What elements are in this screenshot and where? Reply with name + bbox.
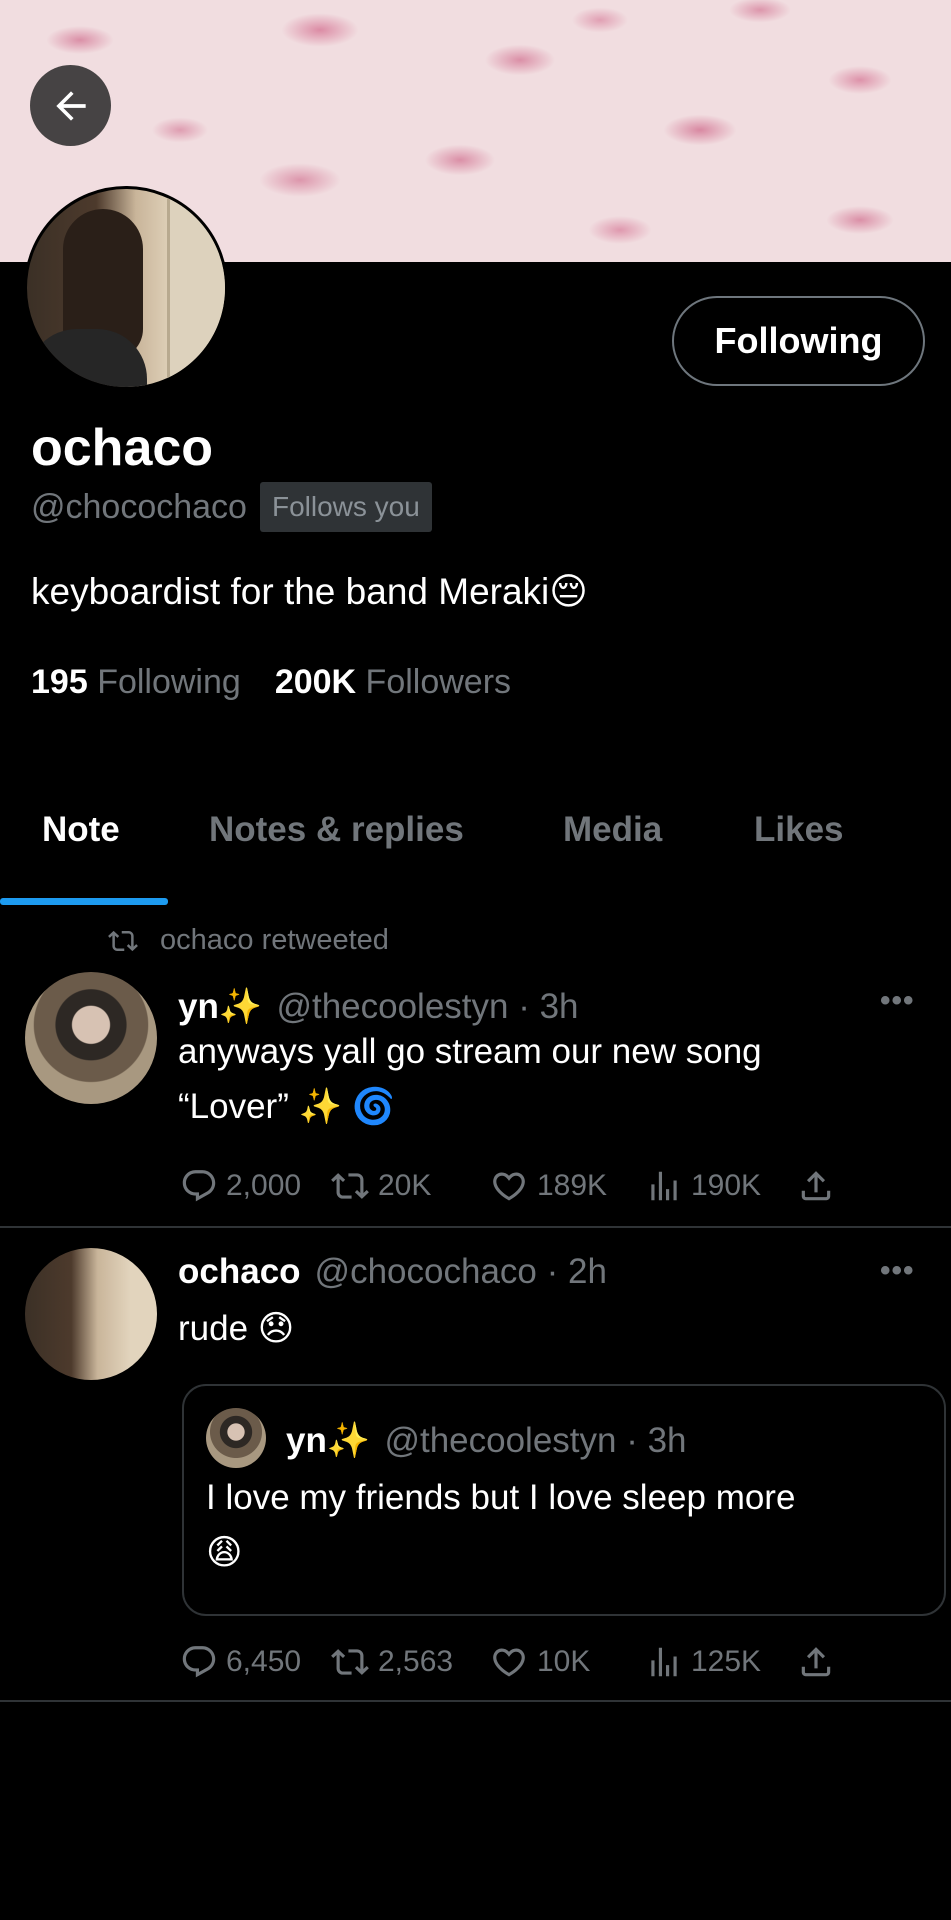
tweet-text: rude 😞 [178,1309,295,1348]
profile-handle: @chocochaco [31,487,247,526]
share-icon [801,1171,831,1201]
tweet-divider [0,1226,951,1228]
tweet-header: yn✨ @thecoolestyn · 3h [178,986,579,1027]
back-arrow-icon [55,90,86,121]
quoted-text-line: 😩 [206,1533,243,1572]
profile-page: Following ochaco @chocochaco Follows you… [0,0,951,1920]
reply-icon [182,1646,216,1678]
reply-button[interactable]: 2,000 [180,1167,301,1205]
retweet-count: 20K [378,1169,432,1202]
views-button[interactable]: 125K [645,1643,761,1681]
tab-note[interactable]: Note [42,810,120,904]
following-count: 195 [31,663,88,701]
tweet-actions: 6,450 2,563 10K 125K [0,1640,951,1684]
reply-icon [182,1170,216,1202]
tab-media[interactable]: Media [563,810,662,904]
following-label: Following [97,663,241,701]
profile-stats: 195 Following 200K Followers [31,663,545,702]
heart-icon [493,1172,525,1201]
retweet-icon [331,1649,369,1675]
share-button[interactable] [797,1643,843,1681]
reply-count: 6,450 [226,1645,302,1678]
quoted-author-meta: @thecoolestyn · 3h [384,1421,687,1460]
tweet-author-name[interactable]: yn✨ [178,986,262,1027]
like-button[interactable]: 189K [489,1167,607,1205]
tweet-text-line: “Lover” ✨ 🌀 [178,1087,396,1126]
heart-icon [493,1648,525,1677]
tweet-avatar-ochaco[interactable] [25,1248,157,1380]
followers-count: 200K [274,663,357,701]
more-options-icon[interactable]: ••• [880,984,915,1018]
tweet-author-meta: @thecoolestyn · 3h [276,987,579,1026]
like-count: 10K [537,1645,591,1678]
tweet-text-line: anyways yall go stream our new song [178,1032,762,1071]
back-button[interactable] [30,65,111,146]
retweeted-by-label: ochaco retweeted [160,924,389,956]
active-tab-indicator [0,898,168,905]
retweet-icon [108,930,138,951]
views-chart-icon [651,1171,677,1201]
retweet-icon [331,1173,369,1199]
tweet-author-meta: @chocochaco · 2h [314,1252,607,1291]
tab-likes[interactable]: Likes [754,810,844,904]
more-options-icon[interactable]: ••• [880,1254,915,1288]
tweet-author-name[interactable]: ochaco [178,1252,301,1292]
tweet-avatar-yn[interactable] [25,972,157,1104]
quoted-author-name: yn✨ [286,1421,371,1460]
quoted-tweet[interactable]: yn✨ @thecoolestyn · 3h I love my friends… [182,1384,946,1616]
quoted-tweet-header: yn✨ @thecoolestyn · 3h [286,1420,687,1461]
like-count: 189K [537,1169,608,1202]
tweet-header: ochaco @chocochaco · 2h [178,1252,607,1292]
quoted-tweet-text: I love my friends but I love sleep more … [206,1470,795,1580]
profile-avatar[interactable] [24,186,228,390]
share-button[interactable] [797,1167,843,1205]
profile-tabs: Note Notes & replies Media Likes [0,810,951,904]
views-button[interactable]: 190K [645,1167,761,1205]
quoted-text-line: I love my friends but I love sleep more [206,1478,796,1517]
tweet-text: anyways yall go stream our new song “Lov… [178,1024,762,1134]
followers-label: Followers [365,663,512,701]
tab-notes-replies[interactable]: Notes & replies [209,810,464,904]
tweet-divider [0,1700,951,1702]
retweet-button[interactable]: 2,563 [330,1643,453,1681]
retweet-count: 2,563 [378,1645,454,1678]
retweet-button[interactable]: 20K [330,1167,431,1205]
reply-button[interactable]: 6,450 [180,1643,301,1681]
follows-you-badge: Follows you [259,482,432,532]
views-count: 125K [691,1645,762,1678]
followers-stat[interactable]: 200K Followers [275,663,511,702]
like-button[interactable]: 10K [489,1643,590,1681]
profile-bio: keyboardist for the band Meraki😔 [31,571,588,612]
handle-row: @chocochaco Follows you [31,482,432,532]
views-count: 190K [691,1169,762,1202]
retweet-context: ochaco retweeted [106,924,389,957]
profile-display-name: ochaco [31,419,214,477]
following-stat[interactable]: 195 Following [31,663,241,702]
reply-count: 2,000 [226,1169,302,1202]
views-chart-icon [651,1647,677,1677]
tweet-actions: 2,000 20K 189K 190K [0,1164,951,1208]
share-icon [801,1647,831,1677]
following-button[interactable]: Following [672,296,925,386]
quoted-tweet-avatar [206,1408,266,1468]
